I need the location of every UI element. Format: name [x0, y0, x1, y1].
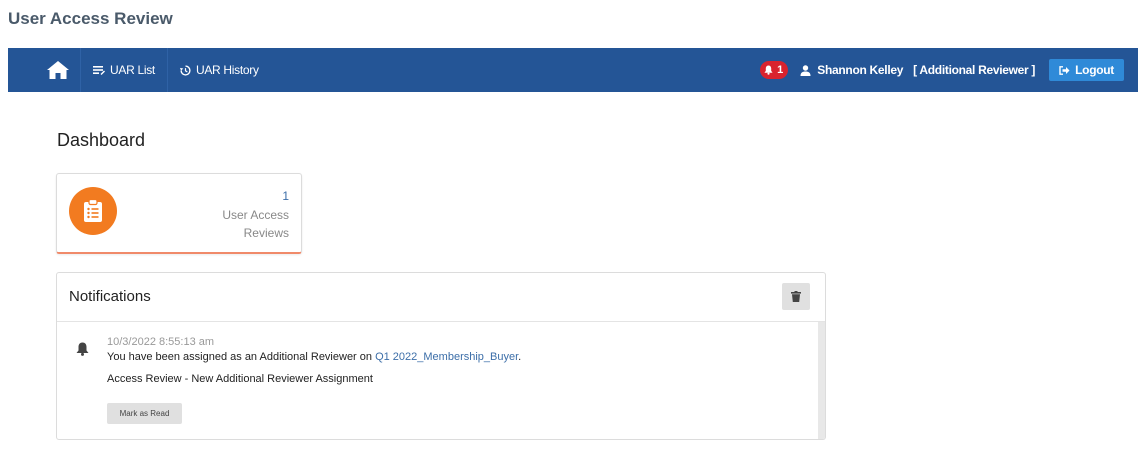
navbar-right: 1 Shannon Kelley [ Additional Reviewer ]… — [760, 48, 1138, 92]
clipboard-list-icon — [84, 199, 102, 222]
nav-uar-list[interactable]: UAR List — [80, 48, 167, 92]
notification-subtitle: Access Review - New Additional Reviewer … — [107, 373, 373, 385]
user-info: Shannon Kelley [ Additional Reviewer ] — [800, 63, 1035, 77]
stat-icon-circle — [69, 187, 117, 235]
notification-message: You have been assigned as an Additional … — [107, 351, 521, 363]
trash-icon — [791, 291, 801, 302]
history-icon — [179, 64, 191, 76]
bell-icon — [76, 342, 89, 356]
notifications-list: 10/3/2022 8:55:13 am You have been assig… — [57, 322, 825, 439]
top-navbar: UAR List UAR History 1 Shannon Kelley [ … — [8, 48, 1138, 92]
nav-uar-history-label: UAR History — [195, 63, 259, 77]
nav-uar-history[interactable]: UAR History — [166, 48, 271, 92]
clear-notifications-button[interactable] — [782, 283, 810, 310]
notification-count: 1 — [777, 64, 784, 76]
user-icon — [800, 64, 811, 76]
notification-message-end: . — [518, 351, 522, 363]
user-name: Shannon Kelley — [817, 63, 904, 77]
logout-label: Logout — [1075, 63, 1114, 77]
user-role: [ Additional Reviewer ] — [913, 63, 1036, 77]
stat-count: 1 — [282, 189, 289, 203]
notifications-title: Notifications — [69, 288, 151, 305]
home-button[interactable] — [36, 48, 80, 92]
notifications-scrollbar[interactable] — [818, 322, 825, 439]
logout-button[interactable]: Logout — [1049, 59, 1124, 81]
home-icon — [47, 61, 69, 79]
notification-message-text: You have been assigned as an Additional … — [107, 351, 376, 363]
stat-label: User Access Reviews — [222, 208, 289, 240]
list-edit-icon — [93, 66, 105, 75]
mark-as-read-button[interactable]: Mark as Read — [107, 403, 182, 424]
logout-icon — [1059, 65, 1070, 75]
user-access-reviews-card[interactable]: 1 User Access Reviews — [56, 173, 302, 254]
notifications-header: Notifications — [57, 273, 825, 322]
notifications-panel: Notifications 10/3/2022 8:55:13 am You h… — [56, 272, 826, 440]
notification-badge[interactable]: 1 — [760, 61, 789, 79]
nav-uar-list-label: UAR List — [110, 63, 155, 77]
page-title: Dashboard — [57, 130, 146, 150]
app-title: User Access Review — [8, 9, 173, 28]
bell-icon — [764, 65, 773, 75]
notification-review-link[interactable]: Q1 2022_Membership_Buyer — [375, 351, 518, 363]
notification-timestamp: 10/3/2022 8:55:13 am — [107, 336, 215, 348]
